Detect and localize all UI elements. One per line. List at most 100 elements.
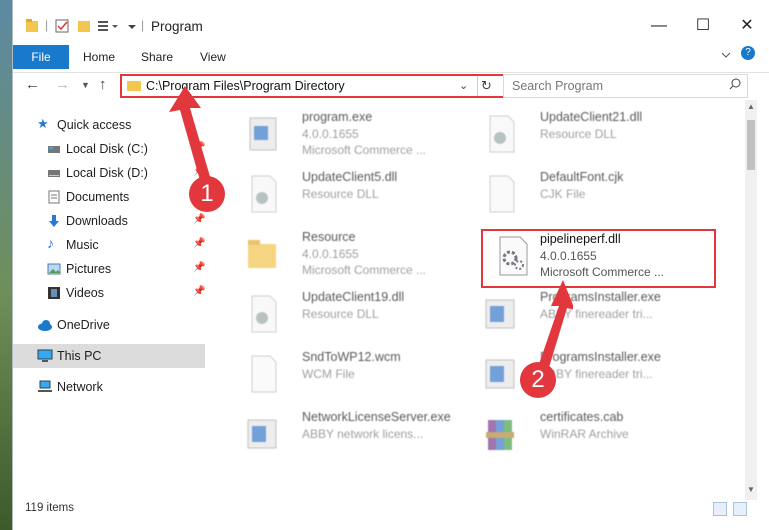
pin-icon[interactable]: 📌: [193, 214, 205, 225]
exe-file-icon: [480, 352, 520, 396]
dll-file-icon: [480, 112, 520, 156]
tab-share[interactable]: Share: [141, 45, 173, 69]
exe-file-icon: [242, 412, 282, 456]
file-type: WCM File: [302, 367, 355, 381]
sidebar-item-label: Quick access: [57, 118, 132, 132]
sidebar-item-music[interactable]: ♪ Music 📌: [13, 234, 205, 256]
sidebar-item-label: This PC: [57, 349, 102, 363]
navigation-bar: ← → ▼ ↑ C:\Program Files\Program Directo…: [13, 72, 769, 100]
sidebar-item-label: Downloads: [66, 214, 128, 228]
folder-icon: [25, 18, 39, 34]
download-icon: [47, 214, 61, 228]
separator: [477, 76, 478, 96]
sidebar-item-pictures[interactable]: Pictures 📌: [13, 258, 205, 280]
tab-view[interactable]: View: [200, 45, 226, 69]
file-item[interactable]: program.exe 4.0.0.1655 Microsoft Commerc…: [236, 108, 476, 160]
title-bar: | | Program — ☐ ✕: [13, 0, 769, 40]
file-list: program.exe 4.0.0.1655 Microsoft Commerc…: [220, 100, 745, 500]
forward-arrow-icon[interactable]: →: [55, 76, 70, 93]
file-name: NetworkLicenseServer.exe: [302, 410, 451, 424]
scrollbar-thumb[interactable]: [747, 120, 755, 170]
file-item[interactable]: UpdateClient5.dll Resource DLL: [236, 168, 476, 220]
sidebar-item-label: Music: [66, 238, 99, 252]
new-folder-icon[interactable]: [77, 18, 91, 34]
file-item[interactable]: NetworkLicenseServer.exe ABBY network li…: [236, 408, 476, 460]
generic-file-icon: [242, 352, 282, 396]
sidebar-item-network[interactable]: Network: [13, 376, 205, 398]
file-type: CJK File: [540, 187, 586, 201]
folder-icon: [242, 232, 282, 276]
sidebar-item-downloads[interactable]: Downloads 📌: [13, 210, 205, 232]
file-name: DefaultFont.cjk: [540, 170, 624, 184]
pin-icon[interactable]: 📌: [193, 286, 205, 297]
file-company: Microsoft Commerce ...: [302, 263, 427, 277]
cloud-icon: [37, 318, 52, 332]
music-icon: ♪: [47, 235, 54, 251]
back-arrow-icon[interactable]: ←: [25, 76, 40, 93]
file-name: UpdateClient21.dll: [540, 110, 643, 124]
file-explorer-window: | | Program — ☐ ✕ File Home Share View ?…: [12, 0, 769, 530]
refresh-icon[interactable]: ↻: [481, 78, 492, 94]
file-item[interactable]: ProgramsInstaller.exe ABBY finereader tr…: [474, 288, 714, 340]
ribbon: File Home Share View ?: [13, 40, 769, 73]
archive-file-icon: [480, 412, 520, 456]
file-item[interactable]: UpdateClient21.dll Resource DLL: [474, 108, 714, 160]
highlight-box: [481, 229, 716, 288]
search-icon[interactable]: [729, 78, 741, 93]
scroll-up-icon[interactable]: ▲: [747, 102, 755, 111]
sidebar-item-label: Local Disk (C:): [66, 142, 148, 156]
file-item[interactable]: Resource 4.0.0.1655 Microsoft Commerce .…: [236, 228, 476, 280]
up-arrow-icon[interactable]: ↑: [99, 76, 107, 93]
file-item[interactable]: UpdateClient19.dll Resource DLL: [236, 288, 476, 340]
sidebar-item-this-pc[interactable]: This PC: [13, 344, 205, 368]
chevron-down-icon[interactable]: [127, 18, 137, 34]
vertical-scrollbar[interactable]: ▲ ▼: [745, 100, 757, 500]
minimize-button[interactable]: —: [641, 14, 677, 38]
close-button[interactable]: ✕: [729, 14, 765, 38]
separator: |: [141, 18, 145, 32]
pin-icon[interactable]: 📌: [193, 238, 205, 249]
sidebar-item-label: Local Disk (D:): [66, 166, 148, 180]
details-view-icon[interactable]: [713, 502, 727, 516]
customize-toolbar-icon[interactable]: [97, 18, 121, 34]
dll-file-icon: [242, 292, 282, 336]
sidebar-item-label: Documents: [66, 190, 130, 204]
file-name: UpdateClient19.dll: [302, 290, 405, 304]
help-icon[interactable]: ?: [741, 46, 755, 60]
expand-ribbon-icon[interactable]: [721, 50, 731, 63]
tab-file[interactable]: File: [13, 45, 69, 69]
callout-1: 1: [189, 176, 225, 212]
file-item[interactable]: DefaultFont.cjk CJK File: [474, 168, 714, 220]
file-item[interactable]: SndToWP12.wcm WCM File: [236, 348, 476, 400]
large-icons-view-icon[interactable]: [733, 502, 747, 516]
videos-icon: [47, 286, 61, 300]
file-name: Resource: [302, 230, 356, 244]
scroll-down-icon[interactable]: ▼: [747, 485, 755, 494]
sidebar-item-label: OneDrive: [57, 318, 110, 332]
sidebar-item-videos[interactable]: Videos 📌: [13, 282, 205, 304]
pictures-icon: [47, 262, 61, 276]
file-name: program.exe: [302, 110, 373, 124]
file-item[interactable]: certificates.cab WinRAR Archive: [474, 408, 714, 460]
sidebar-item-label: Network: [57, 380, 103, 394]
sidebar-item-label: Pictures: [66, 262, 112, 276]
computer-icon: [37, 349, 53, 363]
file-type: Resource DLL: [302, 307, 379, 321]
dll-file-icon: [242, 172, 282, 216]
file-name: certificates.cab: [540, 410, 624, 424]
pin-icon[interactable]: 📌: [193, 262, 205, 273]
generic-file-icon: [480, 172, 520, 216]
file-item[interactable]: ProgramsInstaller.exe ABBY finereader tr…: [474, 348, 714, 400]
exe-file-icon: [242, 112, 282, 156]
chevron-down-icon[interactable]: ⌄: [459, 79, 468, 92]
tab-home[interactable]: Home: [83, 45, 115, 69]
star-icon: ★: [37, 116, 49, 131]
recent-locations-icon[interactable]: ▼: [81, 80, 90, 90]
maximize-button[interactable]: ☐: [685, 14, 721, 38]
sidebar-item-onedrive[interactable]: OneDrive: [13, 314, 205, 336]
sidebar-item-label: Videos: [66, 286, 104, 300]
properties-icon[interactable]: [55, 18, 69, 34]
file-version: 4.0.0.1655: [302, 127, 359, 141]
drive-icon: [47, 166, 61, 180]
search-input[interactable]: Search Program: [503, 74, 748, 98]
